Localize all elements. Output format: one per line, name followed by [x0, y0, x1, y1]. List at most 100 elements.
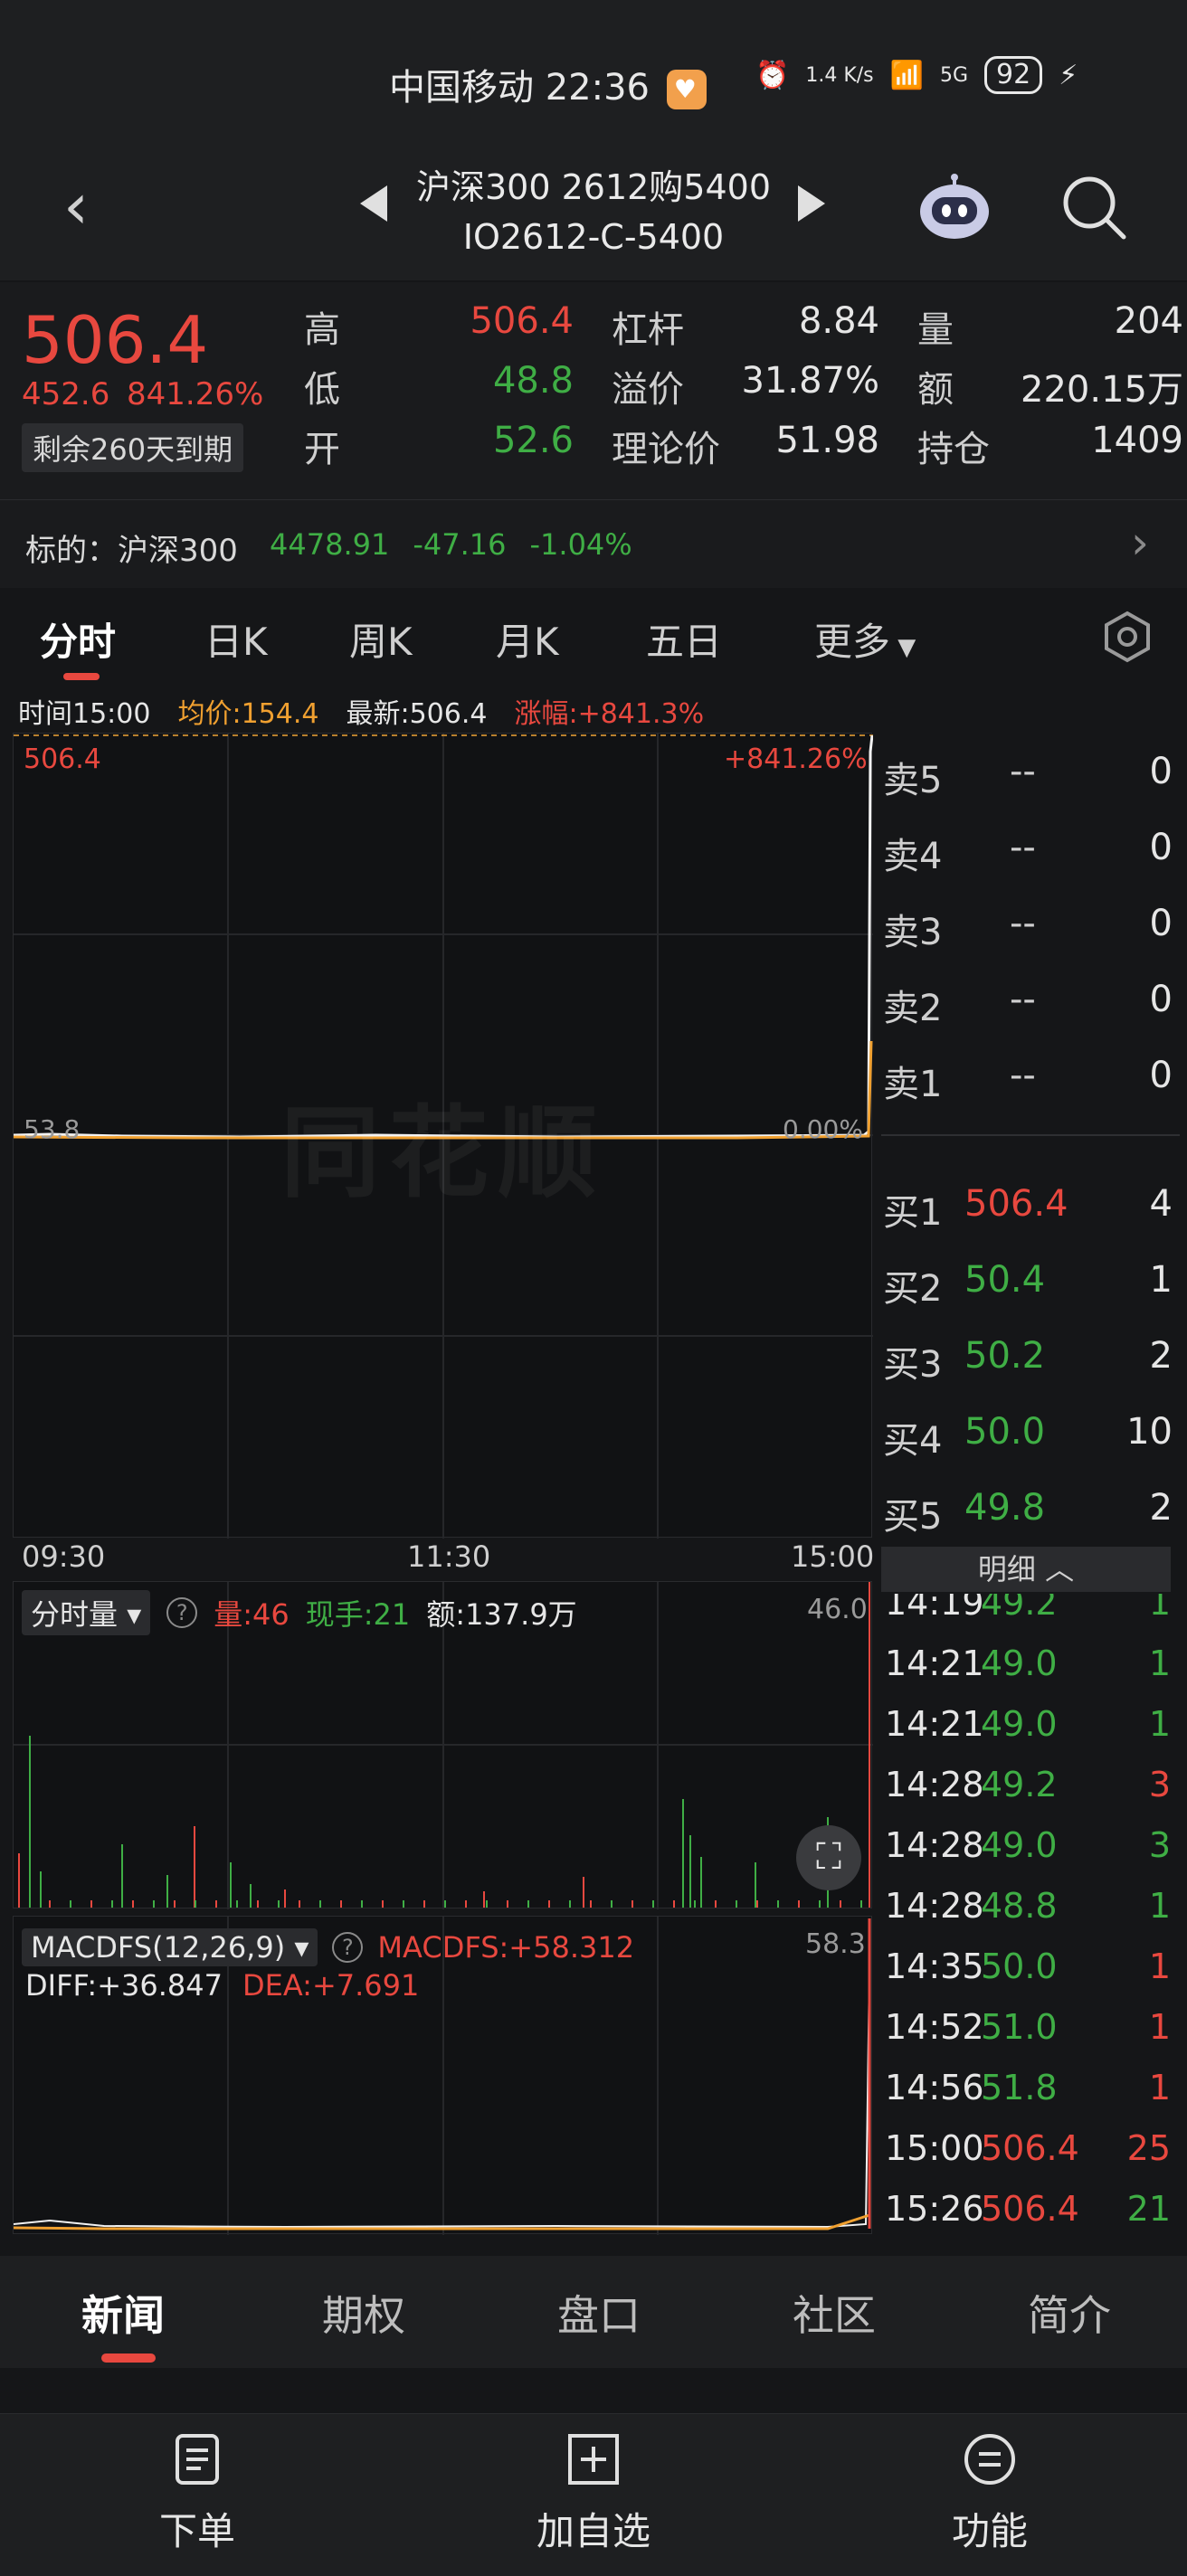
open-label: 开 — [304, 429, 340, 470]
help-icon[interactable]: ? — [166, 1597, 198, 1628]
bid-price: 50.0 — [964, 1411, 1046, 1453]
active-tab-indicator — [63, 673, 100, 680]
trade-price: 51.8 — [981, 2068, 1058, 2107]
chevron-up-icon: ︿ — [1045, 1552, 1075, 1586]
help-icon[interactable]: ? — [332, 1932, 364, 1963]
caret-down-icon: ▼ — [890, 634, 916, 661]
trade-volume: 3 — [1148, 1825, 1171, 1865]
time-axis-mid: 11:30 — [407, 1539, 491, 1574]
expiry-badge: 剩余260天到期 — [22, 423, 244, 472]
macd-max-label: 58.3 — [805, 1928, 866, 1960]
ask-row[interactable]: 卖5 -- 0 — [878, 734, 1173, 810]
trade-volume: 25 — [1126, 2128, 1171, 2168]
open-value: 52.6 — [492, 420, 574, 461]
tab-weekly-k[interactable]: 周K — [349, 611, 413, 667]
function-button[interactable]: 功能 — [899, 2432, 1080, 2556]
tab-profile[interactable]: 简介 — [1028, 2283, 1111, 2343]
network-type: 5G — [940, 63, 969, 87]
hexagon-settings-icon[interactable] — [1100, 610, 1154, 664]
trade-price: 49.0 — [981, 1825, 1058, 1865]
underlying-label: 标的：沪深300 — [25, 533, 238, 569]
add-watchlist-button[interactable]: 加自选 — [503, 2432, 684, 2556]
status-indicators: ⏰ 1.4 K/s 📶 5G 92 ⚡ — [755, 56, 1078, 94]
ask-row[interactable]: 卖4 -- 0 — [878, 810, 1173, 886]
volume-amount: 额:137.9万 — [426, 1597, 577, 1632]
next-contract-arrow-icon[interactable] — [798, 185, 825, 222]
tab-intraday[interactable]: 分时 — [40, 611, 116, 667]
quote-panel: 506.4 452.6 841.26% 剩余260天到期 高 506.4 低 4… — [0, 282, 1187, 499]
tab-monthly-k[interactable]: 月K — [496, 611, 559, 667]
tab-more-label: 更多 — [814, 620, 891, 664]
macd-indicator-select[interactable]: MACDFS(12,26,9) ▾ — [22, 1928, 318, 1966]
tab-quote-detail[interactable]: 盘口 — [557, 2283, 641, 2343]
trade-volume: 1 — [1148, 1704, 1171, 1744]
tab-community[interactable]: 社区 — [793, 2283, 876, 2343]
bid-row[interactable]: 买4 50.0 10 — [878, 1395, 1173, 1471]
search-icon[interactable] — [1059, 172, 1131, 244]
macd-toolbar: MACDFS(12,26,9) ▾ ? MACDFS:+58.312 — [22, 1928, 634, 1966]
info-rise: 涨幅:+841.3% — [514, 698, 705, 730]
underlying-row[interactable]: 标的：沪深300 4478.91 -47.16 -1.04% › — [0, 499, 1187, 588]
ask-volume: 0 — [1149, 979, 1173, 1020]
underlying-pct: -1.04% — [529, 527, 632, 562]
tab-five-day[interactable]: 五日 — [646, 611, 722, 667]
trade-detail-header[interactable]: 明细 ︿ — [881, 1547, 1171, 1592]
health-app-icon — [666, 70, 707, 109]
ask-price: -- — [1010, 979, 1036, 1020]
amount-value: 220.15万 — [1021, 369, 1183, 411]
premium-label: 溢价 — [612, 369, 684, 411]
ask-price: -- — [1010, 751, 1036, 792]
theory-value: 51.98 — [775, 420, 879, 461]
info-time: 时间15:00 — [18, 698, 151, 730]
robot-assistant-icon[interactable] — [914, 172, 995, 244]
trade-row: 14:21 49.0 1 — [881, 1634, 1173, 1695]
battery-level: 92 — [984, 56, 1043, 94]
tab-options[interactable]: 期权 — [322, 2283, 405, 2343]
trade-detail-list[interactable]: 14:19 49.2 1 14:21 49.0 1 14:21 49.0 1 14:28 49.2 3… — [881, 1594, 1173, 2238]
volume-value: 204 — [1114, 300, 1183, 342]
time-axis-end: 15:00 — [791, 1539, 875, 1574]
tab-more[interactable]: 更多 ▼ — [814, 611, 916, 667]
info-tabs: 新闻 期权 盘口 社区 简介 — [0, 2256, 1187, 2368]
bid-row[interactable]: 买5 49.8 2 — [878, 1471, 1173, 1547]
trade-row: 14:35 50.0 1 — [881, 1937, 1173, 1998]
bid-price: 49.8 — [964, 1487, 1046, 1529]
pct-max-label: +841.26% — [724, 743, 868, 775]
volume-indicator-select[interactable]: 分时量 ▾ — [22, 1590, 151, 1635]
order-book-divider — [881, 1134, 1180, 1136]
wifi-icon: 📶 — [889, 59, 924, 91]
volume-label: 量 — [917, 309, 954, 351]
bid-level-label: 买5 — [883, 1496, 943, 1538]
ask-price: -- — [1010, 903, 1036, 944]
watermark-logo: 同花顺 — [280, 1095, 606, 1211]
expand-icon[interactable]: ⛶ — [796, 1825, 861, 1890]
ask-level-label: 卖4 — [883, 836, 943, 877]
bid-price: 506.4 — [964, 1183, 1068, 1225]
trade-time: 14:52 — [885, 2007, 984, 2047]
ask-row[interactable]: 卖1 -- 0 — [878, 1038, 1173, 1114]
ask-level-label: 卖1 — [883, 1064, 943, 1105]
oi-value: 1409 — [1091, 420, 1183, 461]
trade-row: 14:52 51.0 1 — [881, 1998, 1173, 2059]
info-latest: 最新:506.4 — [346, 698, 488, 730]
ask-row[interactable]: 卖2 -- 0 — [878, 962, 1173, 1038]
macdfs-value: MACDFS:+58.312 — [377, 1930, 635, 1965]
bid-row[interactable]: 买2 50.4 1 — [878, 1243, 1173, 1319]
current-hand-value: 现手:21 — [305, 1597, 411, 1632]
tab-news[interactable]: 新闻 — [81, 2283, 165, 2343]
order-book: 卖5 -- 0 卖4 -- 0 卖3 -- 0 卖2 -- 0 卖1 -- 0 买1 506.4 4 买2 50.4 1… — [878, 734, 1187, 1545]
status-carrier-time: 中国移动 22:36 — [389, 58, 707, 110]
trade-row: 14:56 51.8 1 — [881, 2059, 1173, 2119]
trade-volume: 1 — [1148, 1886, 1171, 1926]
trade-time: 15:26 — [885, 2189, 984, 2229]
trade-price: 49.2 — [981, 1765, 1058, 1804]
trade-volume: 1 — [1148, 1594, 1171, 1623]
volume-indicator-label: 分时量 — [31, 1597, 119, 1632]
tab-daily-k[interactable]: 日K — [204, 611, 268, 667]
order-button[interactable]: 下单 — [107, 2432, 288, 2556]
bid-row[interactable]: 买1 506.4 4 — [878, 1167, 1173, 1243]
oi-label: 持仓 — [917, 429, 990, 470]
ask-row[interactable]: 卖3 -- 0 — [878, 886, 1173, 962]
bid-row[interactable]: 买3 50.2 2 — [878, 1319, 1173, 1395]
dea-value: DEA:+7.691 — [242, 1968, 420, 2003]
